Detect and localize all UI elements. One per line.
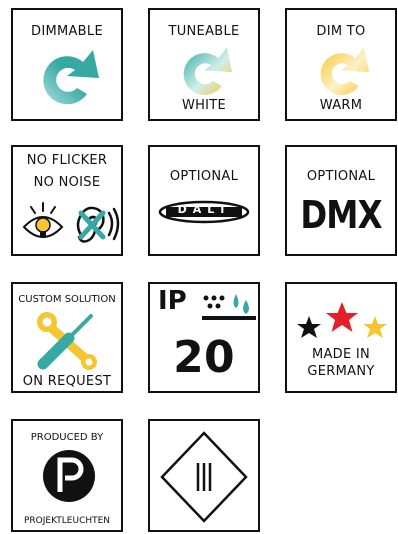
p-logo-icon — [43, 450, 95, 502]
dmx-logo-text: DMX — [300, 193, 382, 237]
refresh-arrow-gradient-icon — [183, 47, 233, 95]
tile-ip20: IP 20 — [148, 282, 260, 393]
tile-produced-label-bottom: PROJEKTLEUCHTEN — [23, 516, 111, 526]
tile-noflicker-line2: NO NOISE — [33, 175, 101, 190]
tile-dimmable: DIMMABLE — [11, 8, 123, 121]
tile-dmx-label: OPTIONAL — [306, 169, 376, 184]
ip-rating: 20 — [173, 332, 235, 383]
stars-icon — [297, 302, 387, 338]
tile-noflicker-line1: NO FLICKER — [26, 153, 108, 168]
tile-protection-class — [148, 419, 260, 532]
tile-dimtowarm-label-top: DIM TO — [316, 24, 366, 39]
tile-dimmable-label: DIMMABLE — [31, 24, 103, 39]
tile-produced-by: PRODUCED BY PROJEKTLEUCHTEN — [11, 419, 123, 532]
dali-logo-text: DALI — [177, 203, 231, 216]
tile-no-flicker: NO FLICKER NO NOISE — [11, 145, 123, 256]
ip-prefix: IP — [158, 286, 187, 316]
refresh-arrow-warm-icon — [320, 47, 370, 95]
tile-custom-label-top: CUSTOM SOLUTION — [18, 294, 116, 305]
tile-tuneable-label-bottom: WHITE — [181, 98, 227, 113]
tile-custom-solution: CUSTOM SOLUTION ON REQUEST — [11, 282, 123, 393]
tile-tuneable-label-top: TUNEABLE — [168, 24, 240, 39]
ear-muted-icon — [76, 206, 120, 243]
tile-germany-line1: MADE IN — [311, 347, 371, 362]
tile-made-in-germany: MADE IN GERMANY — [285, 282, 397, 393]
tile-produced-label-top: PRODUCED BY — [30, 432, 104, 443]
protection-class-icon — [160, 431, 248, 523]
wrench-screwdriver-icon — [37, 312, 97, 370]
tile-custom-label-bottom: ON REQUEST — [22, 374, 112, 389]
tile-optional-dmx: OPTIONAL DMX — [285, 145, 397, 256]
tile-dimtowarm-label-bottom: WARM — [319, 98, 363, 113]
tile-dali-label: OPTIONAL — [169, 169, 239, 184]
refresh-arrow-icon — [43, 50, 99, 105]
tile-germany-line2: GERMANY — [307, 364, 375, 379]
tile-tuneable-white: TUNEABLE WHITE — [148, 8, 260, 121]
eye-bulb-icon — [22, 202, 64, 238]
water-drops-icon — [202, 294, 256, 320]
tile-optional-dali: OPTIONAL DALI — [148, 145, 260, 256]
tile-dim-to-warm: DIM TO WARM — [285, 8, 397, 121]
